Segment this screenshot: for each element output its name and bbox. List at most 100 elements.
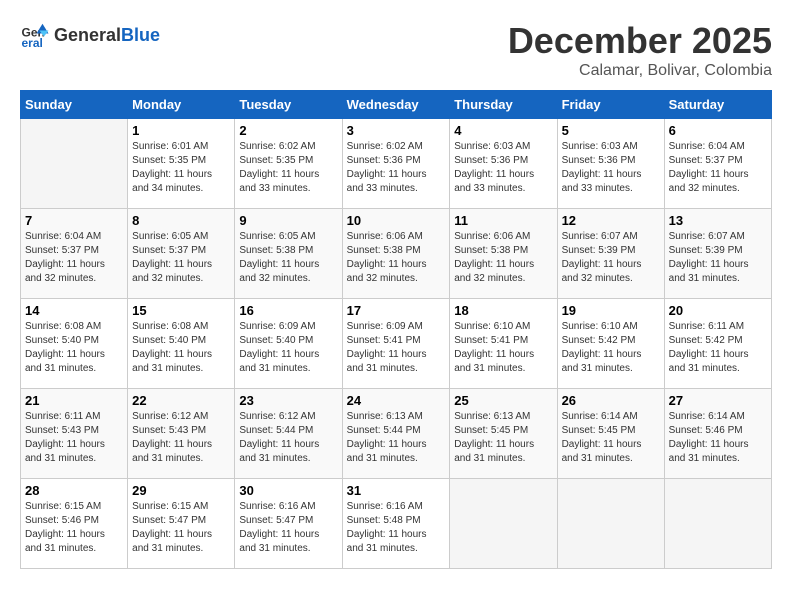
day-number: 20 (669, 303, 767, 318)
location-subtitle: Calamar, Bolivar, Colombia (508, 62, 772, 80)
cell-info: Sunrise: 6:11 AMSunset: 5:43 PMDaylight:… (25, 410, 123, 466)
calendar-cell: 8Sunrise: 6:05 AMSunset: 5:37 PMDaylight… (128, 209, 235, 299)
cell-info: Sunrise: 6:10 AMSunset: 5:42 PMDaylight:… (562, 320, 660, 376)
cell-info: Sunrise: 6:05 AMSunset: 5:37 PMDaylight:… (132, 230, 230, 286)
calendar-week-row: 14 Sunrise: 6:08 AMSunset: 5:40 PMDayligh… (21, 299, 772, 389)
calendar-cell: 21 Sunrise: 6:11 AMSunset: 5:43 PMDayligh… (21, 389, 128, 479)
calendar-cell: 3 Sunrise: 6:02 AMSunset: 5:36 PMDaylight… (342, 119, 450, 209)
calendar-week-row: 1 Sunrise: 6:01 AMSunset: 5:35 PMDaylight… (21, 119, 772, 209)
day-number: 25 (454, 393, 552, 408)
calendar-cell: 13 Sunrise: 6:07 AMSunset: 5:39 PMDayligh… (664, 209, 771, 299)
day-number: 11 (454, 213, 552, 228)
calendar-cell: 9 Sunrise: 6:05 AMSunset: 5:38 PMDaylight… (235, 209, 342, 299)
cell-info: Sunrise: 6:15 AMSunset: 5:47 PMDaylight:… (132, 500, 230, 556)
calendar-cell: 11 Sunrise: 6:06 AMSunset: 5:38 PMDayligh… (450, 209, 557, 299)
cell-info: Sunrise: 6:14 AMSunset: 5:46 PMDaylight:… (669, 410, 767, 466)
day-number: 14 (25, 303, 123, 318)
cell-info: Sunrise: 6:01 AMSunset: 5:35 PMDaylight:… (132, 140, 230, 196)
day-number: 30 (239, 483, 337, 498)
logo-icon: Gen eral (20, 20, 50, 50)
day-number: 10 (347, 213, 446, 228)
weekday-header: Sunday (21, 91, 128, 119)
calendar-cell: 20 Sunrise: 6:11 AMSunset: 5:42 PMDayligh… (664, 299, 771, 389)
day-number: 29 (132, 483, 230, 498)
month-title: December 2025 (508, 20, 772, 62)
cell-info: Sunrise: 6:09 AMSunset: 5:41 PMDaylight:… (347, 320, 446, 376)
calendar-header-row: SundayMondayTuesdayWednesdayThursdayFrid… (21, 91, 772, 119)
cell-info: Sunrise: 6:13 AMSunset: 5:45 PMDaylight:… (454, 410, 552, 466)
cell-info: Sunrise: 6:06 AMSunset: 5:38 PMDaylight:… (454, 230, 552, 286)
cell-info: Sunrise: 6:08 AMSunset: 5:40 PMDaylight:… (132, 320, 230, 376)
calendar-cell: 28 Sunrise: 6:15 AMSunset: 5:46 PMDayligh… (21, 479, 128, 569)
calendar-cell (21, 119, 128, 209)
title-area: December 2025 Calamar, Bolivar, Colombia (508, 20, 772, 80)
day-number: 12 (562, 213, 660, 228)
calendar-cell: 6 Sunrise: 6:04 AMSunset: 5:37 PMDaylight… (664, 119, 771, 209)
calendar-week-row: 21 Sunrise: 6:11 AMSunset: 5:43 PMDayligh… (21, 389, 772, 479)
cell-info: Sunrise: 6:10 AMSunset: 5:41 PMDaylight:… (454, 320, 552, 376)
day-number: 23 (239, 393, 337, 408)
day-number: 21 (25, 393, 123, 408)
weekday-header: Saturday (664, 91, 771, 119)
cell-info: Sunrise: 6:05 AMSunset: 5:38 PMDaylight:… (239, 230, 337, 286)
svg-text:eral: eral (22, 36, 43, 50)
cell-info: Sunrise: 6:04 AMSunset: 5:37 PMDaylight:… (25, 230, 123, 286)
day-number: 9 (239, 213, 337, 228)
day-number: 6 (669, 123, 767, 138)
day-number: 2 (239, 123, 337, 138)
cell-info: Sunrise: 6:12 AMSunset: 5:44 PMDaylight:… (239, 410, 337, 466)
cell-info: Sunrise: 6:03 AMSunset: 5:36 PMDaylight:… (562, 140, 660, 196)
logo: Gen eral GeneralBlue (20, 20, 160, 50)
cell-info: Sunrise: 6:08 AMSunset: 5:40 PMDaylight:… (25, 320, 123, 376)
cell-info: Sunrise: 6:04 AMSunset: 5:37 PMDaylight:… (669, 140, 767, 196)
calendar-cell (450, 479, 557, 569)
calendar-cell: 19 Sunrise: 6:10 AMSunset: 5:42 PMDayligh… (557, 299, 664, 389)
day-number: 28 (25, 483, 123, 498)
day-number: 4 (454, 123, 552, 138)
calendar-cell: 24Sunrise: 6:13 AMSunset: 5:44 PMDayligh… (342, 389, 450, 479)
weekday-header: Monday (128, 91, 235, 119)
cell-info: Sunrise: 6:11 AMSunset: 5:42 PMDaylight:… (669, 320, 767, 376)
calendar-cell: 5Sunrise: 6:03 AMSunset: 5:36 PMDaylight… (557, 119, 664, 209)
calendar-week-row: 7Sunrise: 6:04 AMSunset: 5:37 PMDaylight… (21, 209, 772, 299)
calendar-cell: 26Sunrise: 6:14 AMSunset: 5:45 PMDayligh… (557, 389, 664, 479)
calendar-cell: 14 Sunrise: 6:08 AMSunset: 5:40 PMDayligh… (21, 299, 128, 389)
calendar-week-row: 28 Sunrise: 6:15 AMSunset: 5:46 PMDayligh… (21, 479, 772, 569)
calendar-cell: 30 Sunrise: 6:16 AMSunset: 5:47 PMDayligh… (235, 479, 342, 569)
calendar-cell (557, 479, 664, 569)
calendar-cell: 22Sunrise: 6:12 AMSunset: 5:43 PMDayligh… (128, 389, 235, 479)
day-number: 3 (347, 123, 446, 138)
cell-info: Sunrise: 6:02 AMSunset: 5:35 PMDaylight:… (239, 140, 337, 196)
cell-info: Sunrise: 6:02 AMSunset: 5:36 PMDaylight:… (347, 140, 446, 196)
calendar-cell: 17Sunrise: 6:09 AMSunset: 5:41 PMDayligh… (342, 299, 450, 389)
weekday-header: Tuesday (235, 91, 342, 119)
calendar-cell: 10Sunrise: 6:06 AMSunset: 5:38 PMDayligh… (342, 209, 450, 299)
calendar-cell: 29 Sunrise: 6:15 AMSunset: 5:47 PMDayligh… (128, 479, 235, 569)
calendar-cell: 31Sunrise: 6:16 AMSunset: 5:48 PMDayligh… (342, 479, 450, 569)
day-number: 16 (239, 303, 337, 318)
cell-info: Sunrise: 6:12 AMSunset: 5:43 PMDaylight:… (132, 410, 230, 466)
day-number: 18 (454, 303, 552, 318)
cell-info: Sunrise: 6:14 AMSunset: 5:45 PMDaylight:… (562, 410, 660, 466)
cell-info: Sunrise: 6:07 AMSunset: 5:39 PMDaylight:… (669, 230, 767, 286)
cell-info: Sunrise: 6:16 AMSunset: 5:47 PMDaylight:… (239, 500, 337, 556)
calendar-cell: 7Sunrise: 6:04 AMSunset: 5:37 PMDaylight… (21, 209, 128, 299)
day-number: 31 (347, 483, 446, 498)
calendar-table: SundayMondayTuesdayWednesdayThursdayFrid… (20, 90, 772, 569)
calendar-cell: 18 Sunrise: 6:10 AMSunset: 5:41 PMDayligh… (450, 299, 557, 389)
weekday-header: Wednesday (342, 91, 450, 119)
cell-info: Sunrise: 6:07 AMSunset: 5:39 PMDaylight:… (562, 230, 660, 286)
calendar-cell: 16Sunrise: 6:09 AMSunset: 5:40 PMDayligh… (235, 299, 342, 389)
day-number: 1 (132, 123, 230, 138)
calendar-cell: 25 Sunrise: 6:13 AMSunset: 5:45 PMDayligh… (450, 389, 557, 479)
calendar-cell: 4 Sunrise: 6:03 AMSunset: 5:36 PMDaylight… (450, 119, 557, 209)
weekday-header: Friday (557, 91, 664, 119)
logo-text: GeneralBlue (54, 25, 160, 46)
day-number: 19 (562, 303, 660, 318)
cell-info: Sunrise: 6:03 AMSunset: 5:36 PMDaylight:… (454, 140, 552, 196)
cell-info: Sunrise: 6:15 AMSunset: 5:46 PMDaylight:… (25, 500, 123, 556)
calendar-cell: 2 Sunrise: 6:02 AMSunset: 5:35 PMDaylight… (235, 119, 342, 209)
weekday-header: Thursday (450, 91, 557, 119)
cell-info: Sunrise: 6:13 AMSunset: 5:44 PMDaylight:… (347, 410, 446, 466)
day-number: 13 (669, 213, 767, 228)
